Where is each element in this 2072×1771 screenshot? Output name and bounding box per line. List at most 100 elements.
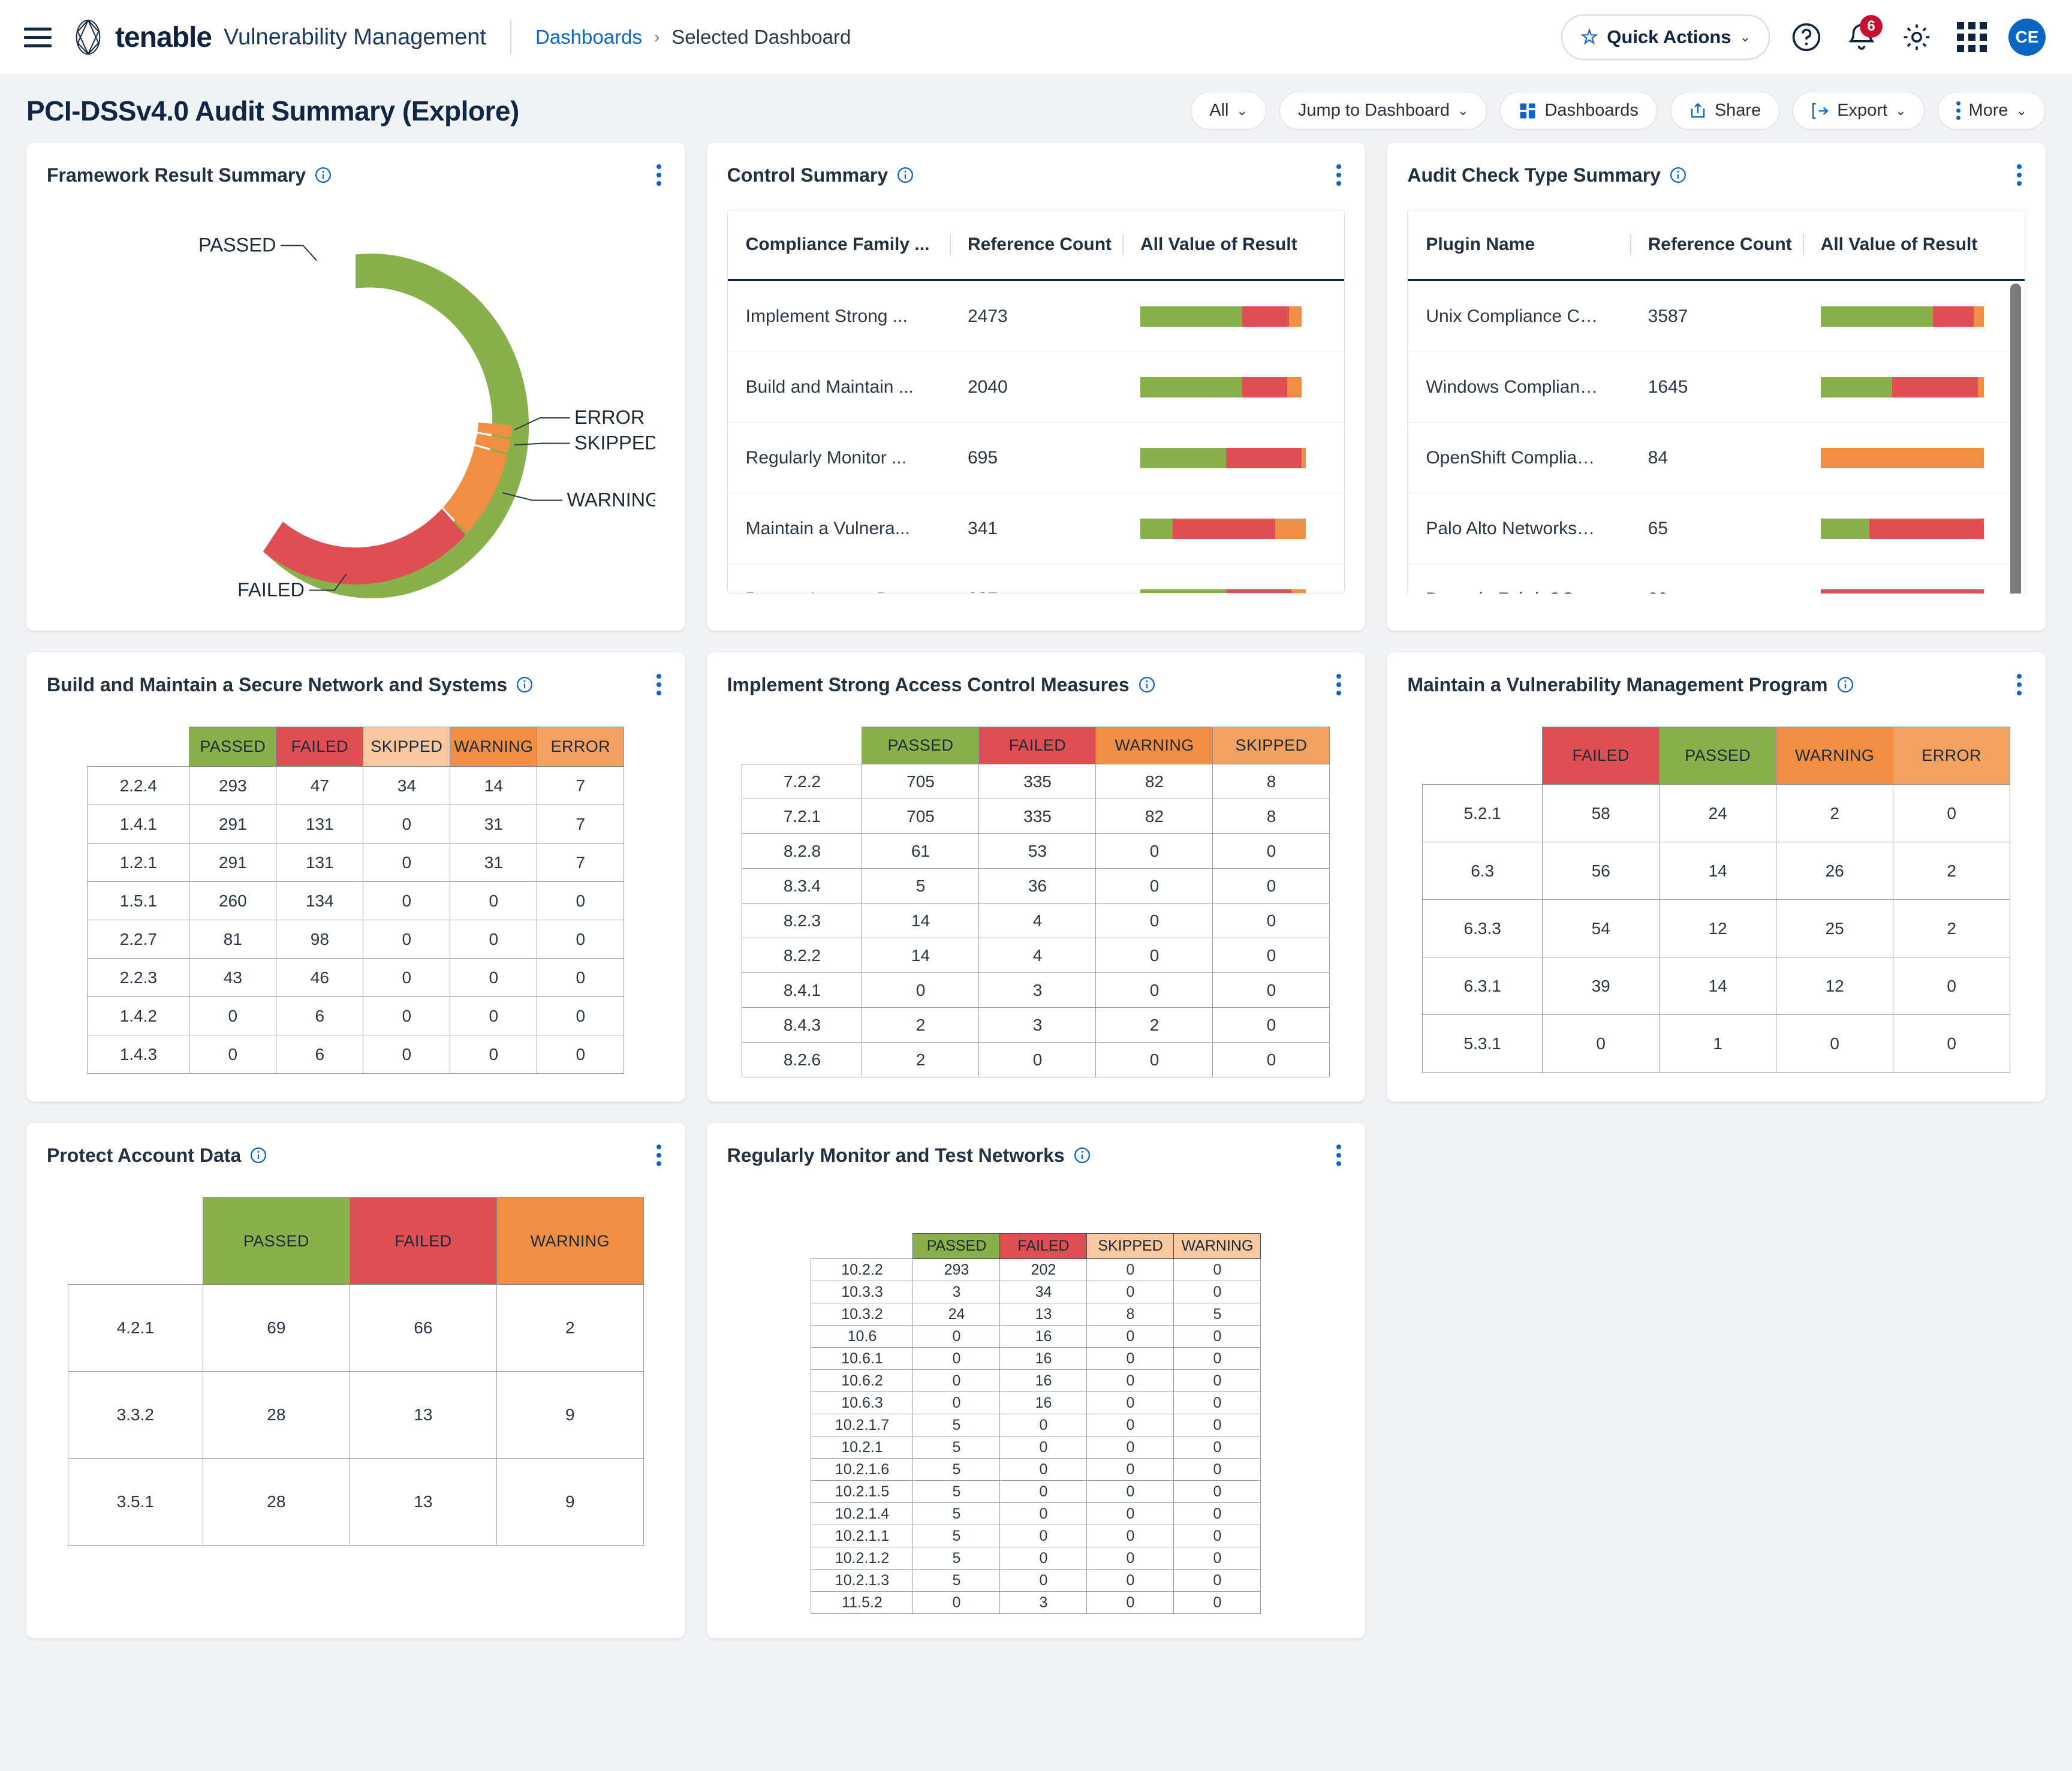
settings-button[interactable] bbox=[1898, 19, 1935, 56]
table-row[interactable]: 10.2.1.4 5 0 0 0 bbox=[811, 1502, 1261, 1525]
table-row[interactable]: 1.2.1 291 131 0 31 7 bbox=[87, 843, 625, 882]
table-row[interactable]: 3.5.1 28 13 9 bbox=[67, 1458, 644, 1546]
table-row[interactable]: 10.6.2 0 16 0 0 bbox=[811, 1369, 1261, 1392]
info-icon[interactable] bbox=[516, 676, 534, 694]
table-row[interactable]: Build and Maintain ... 2040 bbox=[727, 352, 1345, 423]
info-icon[interactable] bbox=[1138, 676, 1156, 694]
dashboards-button[interactable]: Dashboards bbox=[1500, 92, 1657, 129]
column-header-skipped[interactable]: SKIPPED bbox=[363, 727, 451, 767]
widget-menu-button[interactable] bbox=[2013, 670, 2025, 699]
column-header-passed[interactable]: PASSED bbox=[1659, 727, 1777, 785]
table-row[interactable]: 6.3.3 54 12 25 2 bbox=[1422, 899, 2011, 957]
help-button[interactable] bbox=[1788, 19, 1825, 56]
table-row[interactable]: 10.2.1.3 5 0 0 0 bbox=[811, 1569, 1261, 1592]
table-row[interactable]: 10.6 0 16 0 0 bbox=[811, 1325, 1261, 1348]
table-row[interactable]: 8.2.3 14 4 0 0 bbox=[742, 903, 1330, 938]
info-icon[interactable] bbox=[1836, 676, 1854, 694]
widget-menu-button[interactable] bbox=[1333, 670, 1345, 699]
vertical-scrollbar[interactable] bbox=[2010, 284, 2021, 594]
table-row[interactable]: 6.3.1 39 14 12 0 bbox=[1422, 957, 2011, 1015]
table-row[interactable]: 10.2.1.6 5 0 0 0 bbox=[811, 1458, 1261, 1481]
table-row[interactable]: 8.4.3 2 3 2 0 bbox=[742, 1007, 1330, 1043]
column-header-all-value-of-result[interactable]: All Value of Result bbox=[1803, 234, 2025, 255]
export-button[interactable]: Export ⌄ bbox=[1793, 92, 1925, 129]
table-row[interactable]: 4.2.1 69 66 2 bbox=[67, 1284, 644, 1372]
table-row[interactable]: Protect Account Data237 bbox=[728, 564, 1345, 593]
column-header-compliance-family[interactable]: Compliance Family ... bbox=[728, 234, 950, 255]
table-row[interactable]: Palo Alto Networks… 65 bbox=[1408, 493, 2025, 564]
table-row[interactable]: 10.2.1.7 5 0 0 0 bbox=[811, 1414, 1261, 1436]
avatar[interactable]: CE bbox=[2008, 19, 2046, 56]
column-header-skipped[interactable]: SKIPPED bbox=[1086, 1233, 1174, 1259]
share-button[interactable]: Share bbox=[1670, 92, 1780, 129]
table-row[interactable]: Brocade FabricOS …39 bbox=[1408, 564, 2025, 594]
table-row[interactable]: 6.3 56 14 26 2 bbox=[1422, 842, 2011, 900]
table-row[interactable]: 10.6.1 0 16 0 0 bbox=[811, 1347, 1261, 1370]
column-header-reference-count[interactable]: Reference Count bbox=[950, 234, 1122, 255]
info-icon[interactable] bbox=[249, 1146, 267, 1164]
column-header-warning[interactable]: WARNING bbox=[496, 1197, 644, 1285]
widget-menu-button[interactable] bbox=[653, 161, 665, 189]
table-row[interactable]: 10.2.1.5 5 0 0 0 bbox=[811, 1480, 1261, 1503]
table-row[interactable]: 11.5.2 0 3 0 0 bbox=[811, 1591, 1261, 1614]
table-row[interactable]: 1.5.1 260 134 0 0 0 bbox=[87, 881, 625, 920]
more-button[interactable]: More ⌄ bbox=[1938, 92, 2046, 129]
widget-menu-button[interactable] bbox=[1333, 1141, 1345, 1170]
table-row[interactable]: 3.3.2 28 13 9 bbox=[67, 1371, 644, 1459]
hamburger-menu-icon[interactable] bbox=[24, 27, 52, 47]
app-switcher-button[interactable] bbox=[1953, 19, 1990, 56]
column-header-failed[interactable]: FAILED bbox=[349, 1197, 497, 1285]
table-row[interactable]: 10.2.1.2 5 0 0 0 bbox=[811, 1547, 1261, 1570]
table-row[interactable]: 8.2.8 61 53 0 0 bbox=[742, 833, 1330, 869]
column-header-failed[interactable]: FAILED bbox=[1542, 727, 1660, 785]
table-row[interactable]: 2.2.3 43 46 0 0 0 bbox=[87, 958, 625, 997]
widget-menu-button[interactable] bbox=[1333, 161, 1345, 189]
column-header-failed[interactable]: FAILED bbox=[999, 1233, 1088, 1259]
table-row[interactable]: OpenShift Complia… 84 bbox=[1408, 423, 2025, 493]
table-row[interactable]: 2.2.7 81 98 0 0 0 bbox=[87, 920, 625, 959]
notifications-button[interactable]: 6 bbox=[1843, 15, 1883, 56]
table-row[interactable]: Unix Compliance C… 3587 bbox=[1408, 281, 2025, 352]
table-row[interactable]: 10.3.3 3 34 0 0 bbox=[811, 1281, 1261, 1303]
column-header-warning[interactable]: WARNING bbox=[1095, 727, 1213, 764]
table-row[interactable]: 10.3.2 24 13 8 5 bbox=[811, 1303, 1261, 1326]
table-row[interactable]: 5.3.1 0 1 0 0 bbox=[1422, 1014, 2011, 1073]
table-row[interactable]: Implement Strong ... 2473 bbox=[727, 281, 1345, 352]
all-filter-dropdown[interactable]: All ⌄ bbox=[1191, 92, 1266, 129]
column-header-warning[interactable]: WARNING bbox=[450, 727, 538, 767]
table-row[interactable]: Regularly Monitor ... 695 bbox=[727, 423, 1345, 493]
table-row[interactable]: 7.2.1 705 335 82 8 bbox=[742, 799, 1330, 834]
table-row[interactable]: 10.6.3 0 16 0 0 bbox=[811, 1392, 1261, 1414]
breadcrumb-dashboards-link[interactable]: Dashboards bbox=[535, 26, 642, 49]
table-row[interactable]: 1.4.3 0 6 0 0 0 bbox=[87, 1035, 625, 1074]
table-row[interactable]: 7.2.2 705 335 82 8 bbox=[742, 764, 1330, 799]
widget-menu-button[interactable] bbox=[653, 670, 665, 699]
table-row[interactable]: 8.3.4 5 36 0 0 bbox=[742, 868, 1330, 903]
column-header-skipped[interactable]: SKIPPED bbox=[1212, 727, 1330, 764]
column-header-failed[interactable]: FAILED bbox=[978, 727, 1097, 764]
column-header-passed[interactable]: PASSED bbox=[912, 1233, 1001, 1259]
widget-menu-button[interactable] bbox=[653, 1141, 665, 1170]
table-row[interactable]: Maintain a Vulnera... 341 bbox=[727, 493, 1345, 564]
table-row[interactable]: 8.2.2 14 4 0 0 bbox=[742, 938, 1330, 973]
table-row[interactable]: 1.4.1 291 131 0 31 7 bbox=[87, 805, 625, 844]
column-header-error[interactable]: ERROR bbox=[1893, 727, 2011, 785]
table-row[interactable]: 1.4.2 0 6 0 0 0 bbox=[87, 996, 625, 1035]
table-row[interactable]: 2.2.4 293 47 34 14 7 bbox=[87, 766, 625, 805]
table-row[interactable]: 10.2.1 5 0 0 0 bbox=[811, 1436, 1261, 1459]
table-row[interactable]: 10.2.1.1 5 0 0 0 bbox=[811, 1525, 1261, 1547]
column-header-warning[interactable]: WARNING bbox=[1776, 727, 1894, 785]
table-row[interactable]: Windows Complian… 1645 bbox=[1408, 352, 2025, 423]
info-icon[interactable] bbox=[314, 166, 332, 184]
info-icon[interactable] bbox=[896, 166, 914, 184]
info-icon[interactable] bbox=[1669, 166, 1687, 184]
table-row[interactable]: 5.2.1 58 24 2 0 bbox=[1422, 784, 2011, 842]
column-header-plugin-name[interactable]: Plugin Name bbox=[1408, 234, 1630, 255]
quick-actions-button[interactable]: ☆ Quick Actions ⌄ bbox=[1561, 14, 1770, 60]
table-row[interactable]: 8.4.1 0 3 0 0 bbox=[742, 972, 1330, 1008]
info-icon[interactable] bbox=[1073, 1146, 1091, 1164]
column-header-failed[interactable]: FAILED bbox=[276, 727, 364, 767]
column-header-warning[interactable]: WARNING bbox=[1173, 1233, 1261, 1259]
column-header-passed[interactable]: PASSED bbox=[202, 1197, 350, 1285]
column-header-passed[interactable]: PASSED bbox=[862, 727, 980, 764]
